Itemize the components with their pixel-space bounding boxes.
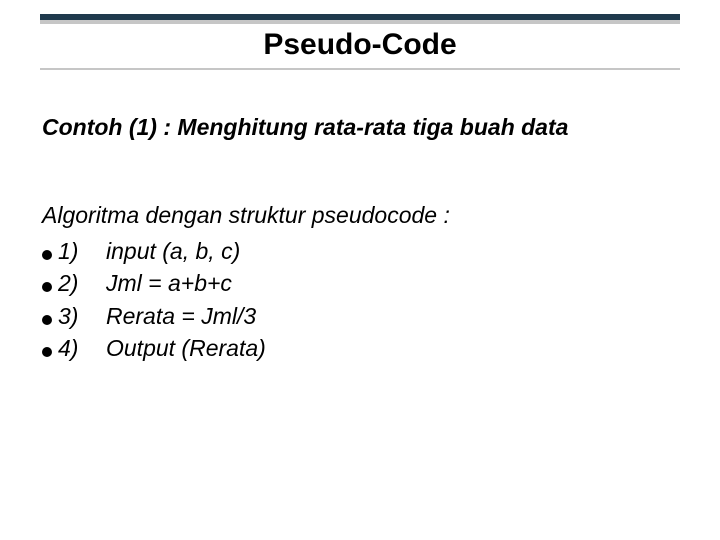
item-number: 1) [58, 235, 92, 267]
item-number: 2) [58, 267, 92, 299]
item-code: Output (Rerata) [92, 332, 678, 364]
item-number: 4) [58, 332, 92, 364]
item-code: Rerata = Jml/3 [92, 300, 678, 332]
list-item: 4) Output (Rerata) [42, 332, 678, 364]
item-code: input (a, b, c) [92, 235, 678, 267]
list-item: 2) Jml = a+b+c [42, 267, 678, 299]
section-lead: Algoritma dengan struktur pseudocode : [42, 199, 678, 231]
slide: Pseudo-Code Contoh (1) : Menghitung rata… [0, 0, 720, 540]
slide-body: Contoh (1) : Menghitung rata-rata tiga b… [42, 112, 678, 364]
title-wrap: Pseudo-Code [40, 28, 680, 62]
pseudocode-section: Algoritma dengan struktur pseudocode : 1… [42, 199, 678, 364]
title-underline [40, 68, 680, 70]
item-number: 3) [58, 300, 92, 332]
bullet-icon [42, 282, 52, 292]
list-item: 3) Rerata = Jml/3 [42, 300, 678, 332]
bullet-icon [42, 347, 52, 357]
bullet-icon [42, 250, 52, 260]
bullet-icon [42, 315, 52, 325]
list-item: 1) input (a, b, c) [42, 235, 678, 267]
item-code: Jml = a+b+c [92, 267, 678, 299]
slide-title: Pseudo-Code [263, 28, 456, 62]
top-band-gray [40, 20, 680, 24]
top-band [40, 14, 680, 24]
subtitle: Contoh (1) : Menghitung rata-rata tiga b… [42, 112, 678, 143]
